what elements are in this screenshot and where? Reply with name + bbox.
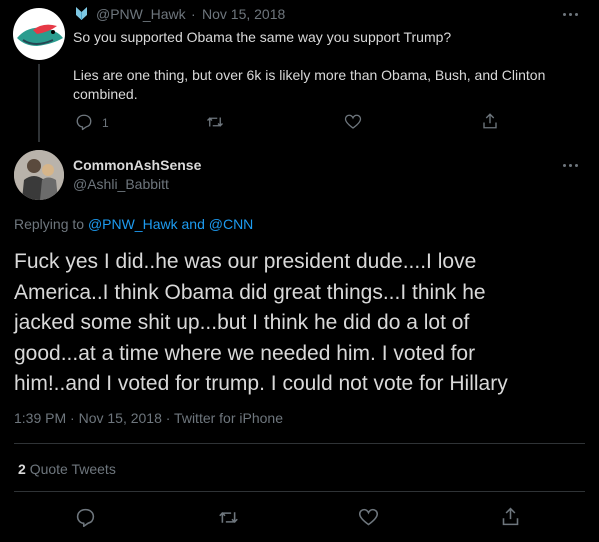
parent-avatar[interactable]	[13, 8, 65, 60]
share-icon[interactable]	[481, 112, 499, 130]
replying-handles[interactable]: @PNW_Hawk and @CNN	[88, 216, 253, 232]
like-icon[interactable]	[358, 507, 379, 528]
tweet-text-line: good...at a time where we needed him. I …	[14, 341, 476, 365]
replying-to: Replying to @PNW_Hawk and @CNN	[14, 216, 253, 232]
parent-separator: ·	[191, 6, 196, 22]
parent-text-line: combined.	[73, 86, 138, 102]
parent-handle[interactable]: @PNW_Hawk	[96, 6, 186, 22]
verified-badge-icon	[75, 6, 88, 21]
thread-line	[38, 64, 40, 142]
quote-label: Quote Tweets	[29, 461, 116, 477]
share-icon[interactable]	[500, 506, 521, 527]
main-avatar[interactable]	[14, 150, 64, 200]
replying-prefix: Replying to	[14, 216, 85, 232]
parent-reply-count: 1	[102, 116, 109, 130]
main-more-icon[interactable]	[563, 162, 581, 168]
parent-text-line: So you supported Obama the same way you …	[73, 29, 452, 45]
parent-date[interactable]: Nov 15, 2018	[202, 6, 285, 22]
reply-icon[interactable]	[75, 507, 96, 528]
tweet-text-line: America..I think Obama did great things.…	[14, 280, 486, 304]
like-icon[interactable]	[344, 113, 362, 131]
retweet-icon[interactable]	[217, 507, 240, 528]
display-name[interactable]: CommonAshSense	[73, 157, 201, 173]
main-handle[interactable]: @Ashli_Babbitt	[73, 176, 169, 192]
tweet-meta[interactable]: 1:39 PM · Nov 15, 2018 · Twitter for iPh…	[14, 410, 283, 426]
reply-icon[interactable]	[75, 113, 93, 131]
parent-text-line: Lies are one thing, but over 6k is likel…	[73, 67, 546, 83]
quote-tweets-link[interactable]: 2 Quote Tweets	[18, 461, 116, 477]
tweet-text-line: him!..and I voted for trump. I could not…	[14, 372, 508, 395]
tweet-text-line: jacked some shit up...but I think he did…	[14, 311, 470, 334]
parent-more-icon[interactable]	[563, 11, 581, 17]
main-tweet-text: Fuck yes I did..he was our president dud…	[14, 247, 508, 400]
tweet-text-line: Fuck yes I did..he was our president dud…	[14, 250, 477, 273]
divider	[14, 443, 585, 444]
retweet-icon[interactable]	[205, 113, 225, 131]
divider	[14, 491, 585, 492]
quote-count: 2	[18, 461, 26, 477]
